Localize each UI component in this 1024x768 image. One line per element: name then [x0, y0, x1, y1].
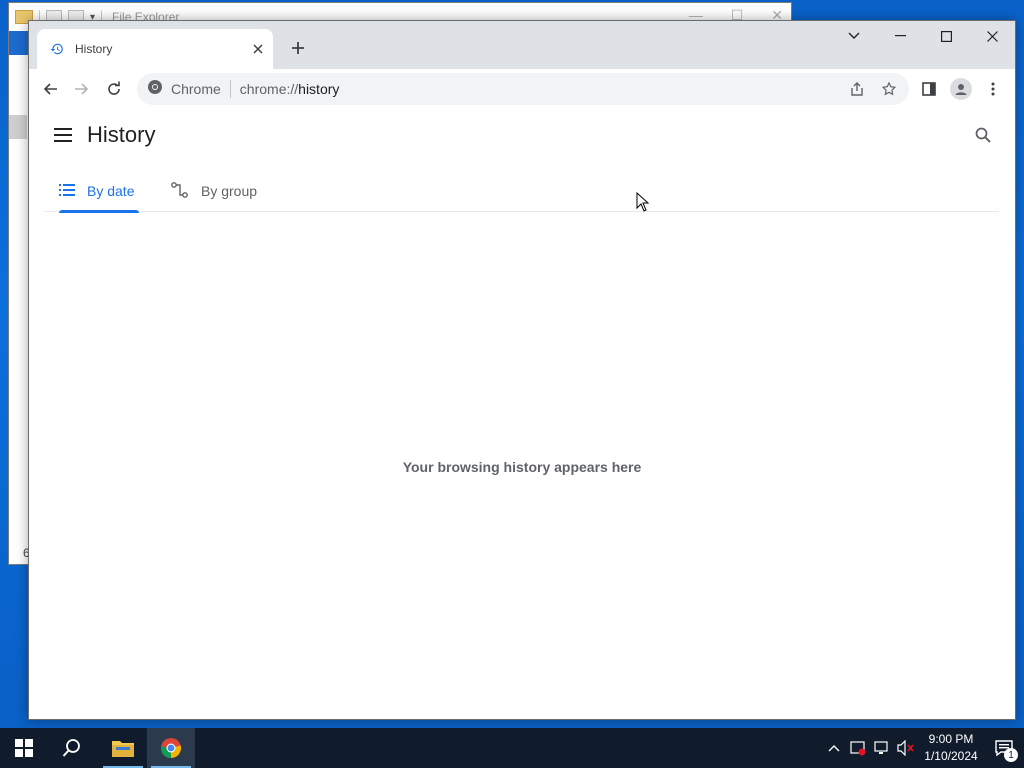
- bookmark-star-icon[interactable]: [873, 73, 905, 105]
- action-center-button[interactable]: 1: [984, 728, 1024, 768]
- window-controls: [831, 21, 1015, 53]
- site-label: Chrome: [171, 81, 221, 97]
- history-header: History: [29, 109, 1015, 165]
- folder-icon: [112, 741, 134, 757]
- chrome-taskbar-button[interactable]: [147, 728, 195, 768]
- clock[interactable]: 9:00 PM 1/10/2024: [918, 731, 984, 765]
- tab-history[interactable]: History: [37, 29, 273, 69]
- file-menu-tab[interactable]: [9, 31, 29, 55]
- tab-label: By group: [201, 183, 258, 199]
- mouse-pointer-icon: [636, 192, 650, 212]
- url-path: history: [298, 81, 340, 97]
- volume-muted-icon[interactable]: [894, 728, 918, 768]
- clock-time: 9:00 PM: [928, 732, 974, 746]
- active-tab-indicator: [59, 210, 139, 213]
- tab-title: History: [75, 42, 113, 56]
- search-icon: [62, 739, 80, 757]
- start-button[interactable]: [0, 728, 48, 768]
- history-tabs: By date By group: [45, 171, 999, 213]
- url-scheme: chrome://: [239, 81, 299, 97]
- clock-date: 1/10/2024: [924, 749, 978, 763]
- browser-toolbar: Chrome chrome://history: [29, 69, 1015, 110]
- tab-strip: History: [29, 21, 1015, 69]
- search-icon[interactable]: [969, 121, 997, 149]
- history-page: History By date By group Your browsing h…: [29, 109, 1015, 719]
- address-bar[interactable]: Chrome chrome://history: [137, 73, 909, 105]
- group-icon: [171, 181, 189, 201]
- windows-logo-icon: [15, 739, 33, 757]
- search-taskbar-button[interactable]: [48, 728, 96, 768]
- forward-button[interactable]: [66, 73, 98, 105]
- divider: [229, 80, 231, 98]
- tab-search-icon[interactable]: [831, 21, 877, 51]
- url-text[interactable]: chrome://history: [240, 81, 340, 97]
- close-tab-icon[interactable]: [247, 38, 269, 60]
- network-icon[interactable]: [870, 728, 894, 768]
- chrome-icon: [160, 738, 182, 759]
- taskbar: 9:00 PM 1/10/2024 1: [0, 728, 1024, 768]
- minimize-button[interactable]: [877, 21, 923, 51]
- tab-label: By date: [87, 183, 135, 199]
- show-hidden-icons-chevron-icon[interactable]: [822, 728, 846, 768]
- reload-button[interactable]: [98, 73, 130, 105]
- more-menu-icon[interactable]: [977, 73, 1009, 105]
- toolbar-right: [913, 73, 1009, 105]
- close-window-button[interactable]: [969, 21, 1015, 51]
- tab-by-date[interactable]: By date: [59, 171, 134, 211]
- omnibox-actions: [841, 73, 905, 105]
- back-button[interactable]: [34, 73, 66, 105]
- share-icon[interactable]: [841, 73, 873, 105]
- notification-count-badge: 1: [1004, 748, 1018, 762]
- file-explorer-taskbar-button[interactable]: [99, 728, 147, 768]
- chrome-logo-icon[interactable]: [147, 79, 163, 100]
- profile-button[interactable]: [945, 73, 977, 105]
- chrome-window[interactable]: History Chrome chrome://history History …: [28, 20, 1016, 720]
- hamburger-menu-icon[interactable]: [49, 121, 77, 149]
- empty-history-message: Your browsing history appears here: [402, 459, 642, 475]
- desktop: ▾ File Explorer — ☐ ✕ 6 History Chrome c…: [0, 0, 1024, 728]
- history-icon: [49, 41, 65, 57]
- security-alert-icon[interactable]: [846, 728, 870, 768]
- maximize-button[interactable]: [923, 21, 969, 51]
- page-title: History: [87, 122, 156, 147]
- new-tab-button[interactable]: [285, 35, 311, 61]
- tab-by-group[interactable]: By group: [171, 171, 257, 211]
- navigation-pane-item[interactable]: [9, 115, 27, 139]
- avatar: [950, 78, 972, 100]
- side-panel-icon[interactable]: [913, 73, 945, 105]
- list-icon: [59, 183, 75, 199]
- system-tray: 9:00 PM 1/10/2024 1: [822, 728, 1024, 768]
